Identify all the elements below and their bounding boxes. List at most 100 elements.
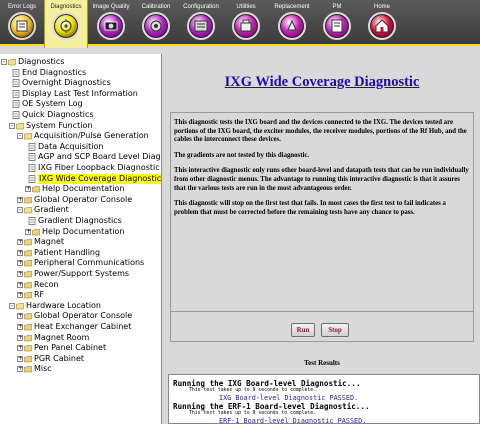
expand-icon[interactable]: + — [17, 345, 23, 352]
tree-item[interactable]: + Recon — [0, 279, 161, 290]
tree-item-label: Help Documentation — [42, 184, 125, 194]
tree-item[interactable]: - System Function — [0, 121, 161, 131]
tree-item[interactable]: Gradient Diagnostics — [0, 216, 161, 226]
tree-item[interactable]: + Global Operator Console — [0, 311, 161, 321]
tree-item-label: OE System Log — [22, 99, 83, 109]
folder-icon — [24, 270, 32, 278]
tree-item[interactable]: + Global Operator Console — [0, 195, 161, 205]
tree-item[interactable]: IXG Fiber Loopback Diagnostic — [0, 163, 161, 173]
description-paragraph: This diagnostic will stop on the first t… — [174, 200, 446, 216]
tree-item-label: Power/Support Systems — [34, 269, 130, 278]
expand-icon[interactable]: + — [17, 260, 23, 267]
tree-item-label: Display Last Test Information — [22, 88, 138, 98]
tree-item-label: Hardware Location — [26, 300, 102, 310]
tree-item[interactable]: + Patient Handling — [0, 248, 161, 258]
stop-button[interactable]: Stop — [321, 323, 349, 337]
tree-item-label: Overnight Diagnostics — [22, 78, 111, 88]
tree-item[interactable]: - Gradient — [0, 205, 161, 215]
tree-item-label: IXG Fiber Loopback Diagnostic — [38, 163, 160, 172]
tree-item[interactable]: + Magnet — [0, 237, 161, 247]
collapse-icon[interactable]: - — [9, 122, 15, 129]
toolbar-home-button[interactable]: Home — [360, 0, 404, 46]
document-icon — [28, 164, 36, 172]
expand-icon[interactable]: + — [17, 281, 23, 288]
toolbar-image-quality-button[interactable]: Image Quality — [89, 0, 133, 46]
home-icon — [368, 12, 396, 40]
folder-open-icon — [16, 122, 24, 130]
tree-item[interactable]: + Misc — [0, 364, 161, 374]
expand-icon[interactable]: + — [17, 313, 23, 320]
tree-item-label: IXG Wide Coverage Diagnostic — [38, 173, 162, 184]
folder-icon — [24, 238, 32, 246]
tree-item-label: Misc — [34, 364, 52, 374]
tree-item[interactable]: + Heat Exchanger Cabinet — [0, 322, 161, 332]
toolbar-label: Replacement — [274, 4, 310, 10]
document-icon — [28, 217, 36, 225]
description-box: This diagnostic tests the IXG board and … — [170, 112, 474, 312]
toolbar-pm-button[interactable]: PM — [315, 0, 359, 46]
expand-icon[interactable]: + — [17, 249, 23, 256]
page-title[interactable]: IXG Wide Coverage Diagnostic — [164, 74, 480, 91]
description-paragraph: This diagnostic tests the IXG board and … — [174, 119, 467, 144]
tree-item[interactable]: + PGR Cabinet — [0, 354, 161, 364]
document-icon — [28, 174, 36, 183]
tree-item-label: Magnet Room — [34, 332, 90, 342]
collapse-icon[interactable]: - — [17, 133, 23, 140]
document-icon — [12, 79, 20, 88]
tree-item[interactable]: + Magnet Room — [0, 332, 161, 343]
expand-icon[interactable]: + — [25, 186, 31, 193]
tree-item[interactable]: Display Last Test Information — [0, 88, 161, 99]
toolbar-error-logs-button[interactable]: Error Logs — [0, 0, 44, 46]
tree-item[interactable]: + Help Documentation — [0, 184, 161, 194]
collapse-icon[interactable]: - — [9, 302, 15, 309]
expand-icon[interactable]: + — [25, 228, 31, 235]
folder-open-icon — [16, 302, 24, 310]
toolbar-diagnostics-button[interactable]: Diagnostics — [44, 0, 88, 48]
toolbar-configuration-button[interactable]: Configuration — [179, 0, 223, 46]
expand-icon[interactable]: + — [17, 324, 23, 330]
toolbar-replacement-button[interactable]: Replacement — [270, 0, 314, 46]
tree-item[interactable]: + Pen Panel Cabinet — [0, 343, 161, 353]
results-log[interactable]: Running the IXG Board-level Diagnostic..… — [168, 374, 480, 424]
expand-icon[interactable]: + — [17, 239, 23, 246]
folder-icon — [24, 323, 32, 331]
folder-icon — [24, 344, 32, 352]
tree-item[interactable]: End Diagnostics — [0, 68, 161, 78]
run-button[interactable]: Run — [291, 323, 315, 337]
toolbar-label: Error Logs — [7, 4, 36, 10]
tree-item[interactable]: Quick Diagnostics — [0, 110, 161, 120]
tree-item[interactable]: + Power/Support Systems — [0, 269, 161, 279]
expand-icon[interactable]: + — [17, 334, 23, 341]
result-line: ERF-1 Board-level Diagnostic PASSED. — [219, 417, 367, 424]
tree-item[interactable]: - Acquisition/Pulse Generation — [0, 131, 161, 141]
tree-item[interactable]: - Hardware Location — [0, 300, 161, 311]
tree-item[interactable]: IXG Wide Coverage Diagnostic — [0, 173, 162, 184]
tree-item-label: Peripheral Communications — [34, 258, 145, 268]
toolbar-utilities-button[interactable]: Utilities — [224, 0, 268, 46]
tree-item[interactable]: + RF — [0, 290, 161, 300]
expand-icon[interactable]: + — [17, 292, 23, 299]
tree-item-label: Global Operator Console — [34, 311, 133, 321]
tree-item-label: Recon — [34, 279, 59, 289]
toolbar-label: Configuration — [183, 4, 219, 10]
tree-item[interactable]: - Diagnostics — [0, 57, 161, 67]
main-panel: IXG Wide Coverage Diagnostic This diagno… — [164, 54, 480, 424]
expand-icon[interactable]: + — [17, 355, 23, 362]
toolbar-label: Image Quality — [92, 4, 130, 10]
description-text: This diagnostic tests the IXG board and … — [174, 119, 470, 224]
tree-item[interactable]: Data Acquisition — [0, 142, 161, 152]
expand-icon[interactable]: + — [17, 366, 23, 373]
tree-item[interactable]: + Peripheral Communications — [0, 258, 161, 268]
collapse-icon[interactable]: - — [17, 207, 23, 214]
tree-item[interactable]: Overnight Diagnostics — [0, 78, 161, 88]
expand-icon[interactable]: + — [17, 196, 23, 203]
expand-icon[interactable]: + — [17, 271, 23, 277]
collapse-icon[interactable]: - — [1, 59, 7, 65]
folder-open-icon — [8, 58, 16, 66]
replacement-icon — [278, 12, 306, 40]
tree-item[interactable]: AGP and SCP Board Level Diag — [0, 152, 161, 162]
tree-item[interactable]: OE System Log — [0, 99, 161, 109]
toolbar-calibration-button[interactable]: Calibration — [134, 0, 178, 46]
folder-icon — [32, 228, 40, 236]
tree-item[interactable]: + Help Documentation — [0, 227, 161, 237]
